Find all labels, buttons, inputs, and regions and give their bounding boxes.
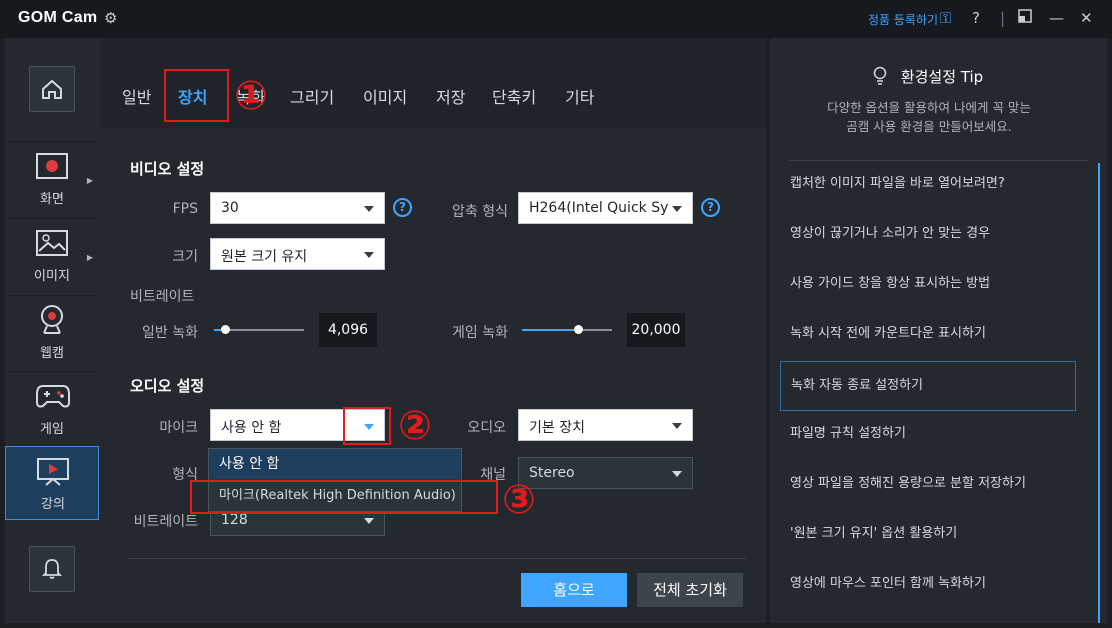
audio-device-label: 오디오 <box>467 420 506 436</box>
mini-mode-icon[interactable] <box>1018 8 1032 28</box>
home-button[interactable] <box>29 66 75 112</box>
tab-save[interactable]: 저장 <box>436 84 465 108</box>
notification-button[interactable] <box>29 546 75 592</box>
register-link[interactable]: 정품 등록하기 <box>868 11 938 28</box>
normal-bitrate-value[interactable]: 4,096 <box>319 313 377 347</box>
game-bitrate-slider-handle[interactable] <box>574 325 583 334</box>
close-button[interactable]: ✕ <box>1080 8 1093 28</box>
audio-device-select[interactable]: 기본 장치 <box>518 409 693 441</box>
nav-label: 웹캠 <box>40 346 64 361</box>
tab-general[interactable]: 일반 <box>122 84 151 108</box>
section-divider <box>128 558 746 559</box>
tip-item[interactable]: 파일명 규칙 설정하기 <box>780 410 1076 460</box>
screen-record-icon <box>36 153 68 179</box>
tips-panel: 환경설정 Tip 다양한 옵션을 활용하여 나에게 꼭 맞는 곰캠 사용 환경을… <box>770 38 1107 623</box>
fps-label: FPS <box>172 201 198 217</box>
dropdown-caret-icon <box>672 423 682 429</box>
mic-label: 마이크 <box>159 420 198 436</box>
dropdown-caret-icon <box>364 518 374 524</box>
tip-item[interactable]: 영상이 끊기거나 소리가 안 맞는 경우 <box>780 210 1076 260</box>
normal-record-label: 일반 녹화 <box>142 325 198 341</box>
help-button[interactable]: ? <box>972 8 980 28</box>
video-section-title: 비디오 설정 <box>130 160 205 178</box>
nav-item-lecture[interactable]: 강의 <box>5 446 99 520</box>
game-bitrate-slider-fill <box>522 329 578 331</box>
size-label: 크기 <box>172 249 198 265</box>
nav-item-screen[interactable]: ▶ 화면 <box>5 141 99 215</box>
tips-title: 환경설정 Tip <box>900 68 984 86</box>
bell-icon <box>42 559 62 579</box>
dropdown-caret-icon <box>672 206 682 212</box>
tab-shortcut[interactable]: 단축키 <box>492 84 536 108</box>
settings-gear-icon[interactable]: ⚙ <box>104 9 117 27</box>
title-bar: GOM Cam ⚙ 정품 등록하기 ⚿ ? | — ✕ <box>0 0 1112 38</box>
annotation-box-tab <box>164 69 229 122</box>
fps-help-icon[interactable]: ? <box>393 198 412 217</box>
size-select[interactable]: 원본 크기 유지 <box>210 238 385 270</box>
mic-dropdown-caret-icon[interactable] <box>364 424 374 430</box>
gamepad-icon <box>36 385 70 408</box>
tip-item[interactable]: '원본 크기 유지' 옵션 활용하기 <box>780 510 1076 560</box>
nav-label: 강의 <box>41 497 65 512</box>
image-icon <box>36 230 68 256</box>
lecture-icon <box>37 458 69 486</box>
nav-label: 게임 <box>40 422 64 437</box>
settings-tabs: 일반 장치 녹화 그리기 이미지 저장 단축키 기타 ① <box>100 38 766 128</box>
audio-section-title: 오디오 설정 <box>130 377 205 395</box>
tips-scrollbar[interactable] <box>1098 163 1100 623</box>
game-record-label: 게임 녹화 <box>452 325 508 341</box>
nav-item-game[interactable]: 게임 <box>5 371 99 445</box>
dropdown-caret-icon <box>672 471 682 477</box>
tip-item[interactable]: 사용 가이드 창을 항상 표시하는 방법 <box>780 260 1076 310</box>
dropdown-caret-icon <box>364 206 374 212</box>
tip-item[interactable]: 녹화 자동 종료 설정하기 <box>780 361 1076 411</box>
expand-arrow-icon: ▶ <box>86 176 93 185</box>
codec-help-icon[interactable]: ? <box>701 198 720 217</box>
nav-label: 이미지 <box>34 269 70 284</box>
tip-item[interactable]: 영상 파일을 정해진 용량으로 분할 저장하기 <box>780 460 1076 510</box>
game-bitrate-value[interactable]: 20,000 <box>627 313 685 347</box>
dropdown-caret-icon <box>364 252 374 258</box>
home-button-bottom[interactable]: 홈으로 <box>521 573 627 607</box>
annotation-box-option <box>190 480 498 514</box>
audio-bitrate-label: 비트레이트 <box>133 514 198 530</box>
tip-item[interactable]: 영상에 마우스 포인터 함께 녹화하기 <box>780 560 1076 610</box>
home-icon <box>42 79 62 99</box>
annotation-number-3: ③ <box>502 477 536 523</box>
expand-arrow-icon: ▶ <box>86 253 93 262</box>
codec-label: 압축 형식 <box>452 204 508 220</box>
tab-draw[interactable]: 그리기 <box>290 84 334 108</box>
mic-option-none[interactable]: 사용 안 함 <box>209 449 461 479</box>
tip-item[interactable]: 녹화 시작 전에 카운트다운 표시하기 <box>780 310 1076 360</box>
nav-label: 화면 <box>40 192 64 207</box>
key-icon[interactable]: ⚿ <box>940 9 951 27</box>
video-bitrate-label: 비트레이트 <box>130 289 195 305</box>
annotation-number-1: ① <box>234 73 268 119</box>
fps-select[interactable]: 30 <box>210 192 385 224</box>
nav-item-webcam[interactable]: 웹캠 <box>5 295 99 369</box>
divider-icon: | <box>1000 9 1006 27</box>
nav-item-image[interactable]: ▶ 이미지 <box>5 218 99 292</box>
normal-bitrate-slider-handle[interactable] <box>221 325 230 334</box>
tip-item[interactable]: 캡처한 이미지 파일을 바로 열어보려면? <box>780 160 1076 210</box>
codec-select[interactable]: H264(Intel Quick Syn <box>518 192 693 224</box>
tips-subtitle: 다양한 옵션을 활용하여 나에게 꼭 맞는 곰캠 사용 환경을 만들어보세요. <box>827 100 1031 134</box>
settings-panel: 일반 장치 녹화 그리기 이미지 저장 단축키 기타 ① 비디오 설정 FPS … <box>100 38 766 623</box>
annotation-number-2: ② <box>398 403 432 449</box>
device-settings-content: 비디오 설정 FPS 30 ? 압축 형식 H264(Intel Quick S… <box>100 128 766 623</box>
minimize-button[interactable]: — <box>1049 8 1064 28</box>
webcam-icon <box>41 305 63 334</box>
app-logo: GOM Cam <box>18 9 98 26</box>
tab-image[interactable]: 이미지 <box>363 84 407 108</box>
left-sidebar: ▶ 화면 ▶ 이미지 웹캠 게임 강의 <box>5 38 100 623</box>
channel-select[interactable]: Stereo <box>518 457 693 489</box>
reset-all-button[interactable]: 전체 초기화 <box>637 573 743 607</box>
tab-etc[interactable]: 기타 <box>565 84 594 108</box>
